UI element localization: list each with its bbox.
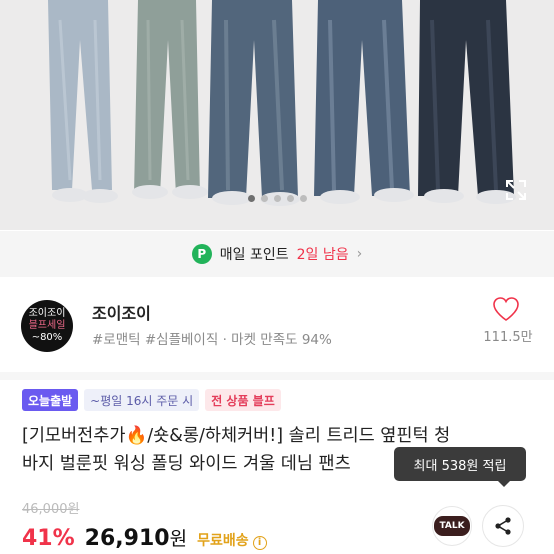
sale-price-amount: 26,910: [84, 526, 170, 551]
title-text: [기모버전추가: [22, 426, 126, 446]
shop-tags: #로맨틱 #심플베이직 · 마켓 만족도 94%: [92, 332, 332, 348]
logo-sale-text: 블프세일: [28, 320, 66, 331]
shop-name[interactable]: 조이조이: [92, 300, 151, 324]
carousel-dot[interactable]: [299, 195, 307, 202]
sale-price-unit: 원: [169, 528, 188, 550]
title-text: /숏&롱/하체커버!] 솔리 트리드 옆핀턱 청: [147, 426, 451, 446]
talk-button[interactable]: TALK: [432, 506, 472, 546]
logo-percent-text: ~80%: [31, 332, 63, 343]
points-label: 매일 포인트: [219, 247, 289, 263]
price-row: 41% 26,910원 무료배송 i: [22, 524, 267, 551]
free-shipping[interactable]: 무료배송 i: [197, 530, 267, 550]
share-button[interactable]: [482, 505, 524, 547]
order-cutoff-badge: ~평일 16시 주문 시: [84, 389, 200, 411]
carousel-dot[interactable]: [286, 195, 294, 202]
points-remaining: 2일 남음: [296, 247, 349, 263]
product-badges: 오늘출발 ~평일 16시 주문 시 전 상품 블프: [22, 389, 281, 411]
section-divider: [0, 372, 554, 380]
carousel-dot[interactable]: [260, 195, 268, 202]
reward-tooltip: 최대 538원 적립: [394, 447, 526, 487]
carousel-dot[interactable]: [273, 195, 281, 202]
daily-points-banner[interactable]: P 매일 포인트 2일 남음 ›: [0, 231, 554, 277]
expand-icon[interactable]: [504, 178, 528, 202]
heart-icon[interactable]: [491, 295, 521, 323]
product-page: P 매일 포인트 2일 남음 › 조이조이 블프세일 ~80% 조이조이 #로맨…: [0, 0, 554, 554]
discount-rate: 41%: [22, 526, 75, 551]
like-count: 111.5만: [483, 330, 533, 345]
shop-logo[interactable]: 조이조이 블프세일 ~80%: [21, 300, 73, 352]
title-line-1: [기모버전추가🔥/숏&롱/하체커버!] 솔리 트리드 옆핀턱 청: [22, 422, 542, 450]
carousel-indicator: [0, 195, 554, 202]
talk-icon: TALK: [434, 516, 470, 536]
product-image[interactable]: [0, 0, 554, 230]
fire-icon: 🔥: [125, 426, 148, 446]
info-icon[interactable]: i: [252, 536, 267, 550]
tooltip-arrow: [498, 481, 510, 487]
logo-text: 조이조이: [28, 308, 66, 319]
points-icon: P: [191, 244, 212, 264]
fast-delivery-badge: 오늘출발: [22, 389, 79, 411]
chevron-right-icon: ›: [356, 246, 363, 262]
carousel-dot[interactable]: [247, 195, 255, 202]
sale-price: 26,910원: [85, 524, 187, 551]
shipping-label: 무료배송: [197, 533, 249, 549]
shop-info[interactable]: 조이조이 블프세일 ~80% 조이조이 #로맨틱 #심플베이직 · 마켓 만족도…: [0, 282, 554, 368]
share-icon: [495, 517, 511, 535]
sale-badge: 전 상품 블프: [205, 389, 281, 411]
tooltip-text: 최대 538원 적립: [413, 458, 507, 474]
original-price: 46,000원: [22, 502, 80, 517]
